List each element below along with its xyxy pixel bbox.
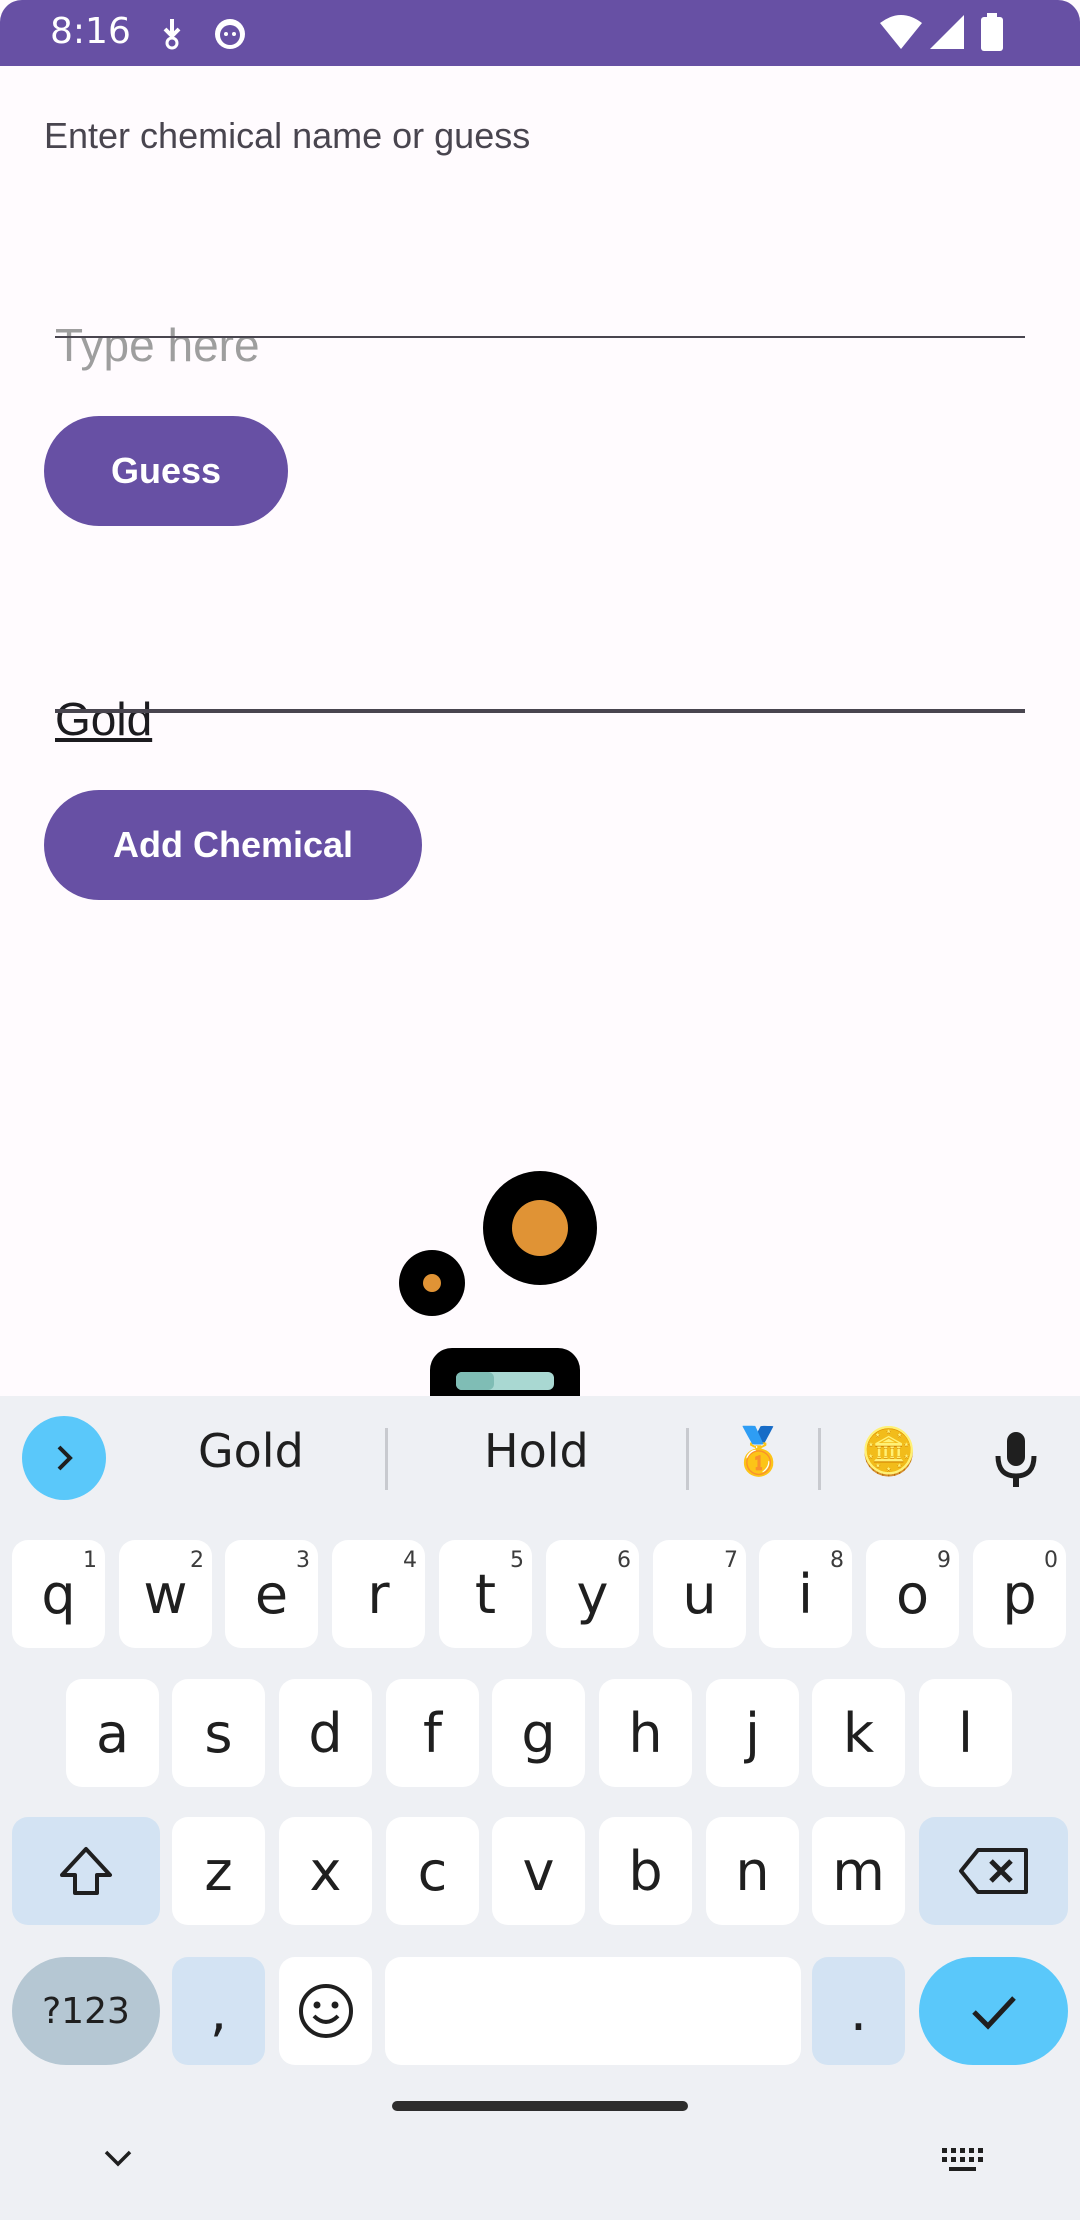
download-icon (152, 13, 192, 53)
key-g[interactable]: g (492, 1679, 585, 1787)
key-b[interactable]: b (599, 1817, 692, 1925)
chevron-right-icon (57, 1445, 73, 1471)
key-d[interactable]: d (279, 1679, 372, 1787)
key-a[interactable]: a (66, 1679, 159, 1787)
battery-icon (978, 13, 1006, 53)
space-key[interactable] (385, 1957, 801, 2065)
suggestion-expand-button[interactable] (22, 1416, 106, 1500)
period-key[interactable]: . (812, 1957, 905, 2065)
key-c[interactable]: c (386, 1817, 479, 1925)
key-f[interactable]: f (386, 1679, 479, 1787)
key-r[interactable]: r4 (332, 1540, 425, 1648)
shift-key[interactable] (12, 1817, 160, 1925)
shift-icon (60, 1847, 112, 1895)
prompt-label: Enter chemical name or guess (44, 115, 531, 156)
cat-notification-icon (210, 13, 250, 53)
key-t[interactable]: t5 (439, 1540, 532, 1648)
emoji-icon (298, 1984, 353, 2038)
key-l[interactable]: l (919, 1679, 1012, 1787)
status-time: 8:16 (50, 11, 131, 52)
enter-key[interactable] (919, 1957, 1068, 2065)
app-content: Enter chemical name or guess Guess Add C… (0, 66, 1080, 1396)
key-k[interactable]: k (812, 1679, 905, 1787)
microphone-icon[interactable] (990, 1430, 1042, 1495)
key-u[interactable]: u7 (653, 1540, 746, 1648)
suggestion-divider (686, 1428, 689, 1490)
key-w[interactable]: w2 (119, 1540, 212, 1648)
key-v[interactable]: v (492, 1817, 585, 1925)
backspace-icon (958, 1848, 1028, 1894)
key-s[interactable]: s (172, 1679, 265, 1787)
chemical-input-underline (55, 709, 1025, 713)
key-j[interactable]: j (706, 1679, 799, 1787)
symbols-key[interactable]: ?123 (12, 1957, 160, 2065)
key-y[interactable]: y6 (546, 1540, 639, 1648)
key-n[interactable]: n (706, 1817, 799, 1925)
key-p[interactable]: p0 (973, 1540, 1066, 1648)
suggestion-2[interactable]: Hold (484, 1424, 589, 1478)
key-o[interactable]: o9 (866, 1540, 959, 1648)
key-e[interactable]: e3 (225, 1540, 318, 1648)
guess-input-underline (55, 336, 1025, 338)
guess-input[interactable] (55, 295, 1025, 395)
molecule-illustration (399, 1171, 597, 1396)
wifi-icon (878, 13, 924, 53)
key-z[interactable]: z (172, 1817, 265, 1925)
key-h[interactable]: h (599, 1679, 692, 1787)
home-indicator[interactable] (392, 2101, 688, 2111)
signal-icon (928, 13, 968, 53)
suggestion-emoji-1[interactable]: 🥇 (730, 1424, 787, 1479)
add-chemical-button[interactable]: Add Chemical (44, 790, 422, 900)
comma-key[interactable]: , (172, 1957, 265, 2065)
checkmark-icon (971, 1996, 1016, 2030)
soft-keyboard: Gold Hold 🥇 🪙 q1 w2 e3 r4 t5 y6 u7 i8 o9… (0, 1396, 1080, 2220)
keyboard-switch-icon[interactable] (940, 2146, 986, 2181)
collapse-keyboard-icon[interactable] (98, 2144, 138, 2179)
emoji-key[interactable] (279, 1957, 372, 2065)
status-bar: 8:16 (0, 0, 1080, 66)
suggestion-divider (818, 1428, 821, 1490)
guess-button[interactable]: Guess (44, 416, 288, 526)
key-m[interactable]: m (812, 1817, 905, 1925)
chemical-input[interactable] (55, 669, 1025, 769)
suggestion-emoji-2[interactable]: 🪙 (860, 1424, 917, 1479)
suggestion-1[interactable]: Gold (198, 1424, 304, 1478)
key-x[interactable]: x (279, 1817, 372, 1925)
key-q[interactable]: q1 (12, 1540, 105, 1648)
suggestion-divider (385, 1428, 388, 1490)
backspace-key[interactable] (919, 1817, 1068, 1925)
key-i[interactable]: i8 (759, 1540, 852, 1648)
